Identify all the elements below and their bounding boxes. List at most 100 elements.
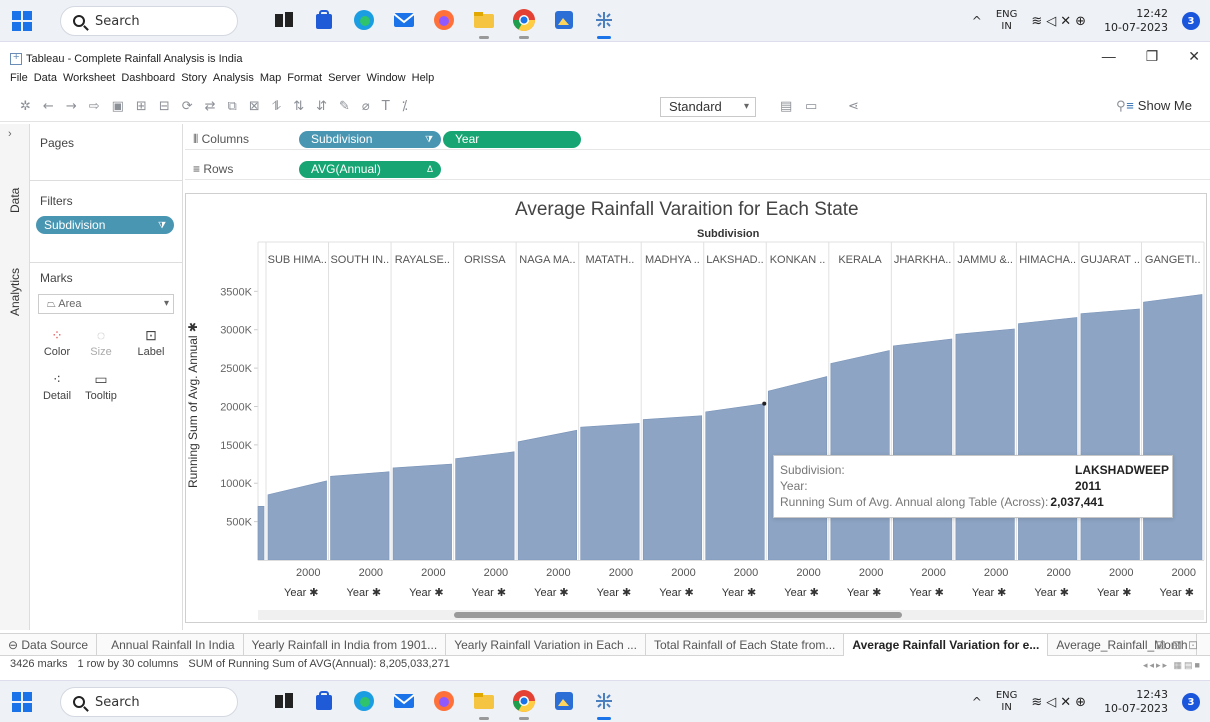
marks-size-button[interactable]: ◌ Size <box>82 326 120 358</box>
tooltip-toggle-icon[interactable]: ▭ <box>805 99 817 114</box>
x-axis-label: Year ✱ <box>847 587 882 599</box>
scrollbar-thumb[interactable] <box>454 612 902 618</box>
clear-icon[interactable]: ⊠ <box>249 99 260 114</box>
region-code: IN <box>1001 21 1012 32</box>
language-indicator[interactable]: ENG IN <box>996 9 1018 33</box>
marks-color-button[interactable]: ⁘ Color <box>38 326 76 358</box>
edge-icon[interactable] <box>350 6 378 34</box>
file-explorer-icon[interactable] <box>470 687 498 720</box>
mail-icon[interactable] <box>390 687 418 715</box>
windows-start-icon[interactable] <box>12 11 32 31</box>
subdivision-header: JAMMU &.. <box>957 254 1013 266</box>
swap-axes-icon[interactable]: ⥮ <box>272 99 281 114</box>
menu-window[interactable]: Window <box>367 72 406 88</box>
undo-icon[interactable]: ← <box>43 99 54 114</box>
horizontal-scrollbar[interactable] <box>258 610 1204 620</box>
mark-type-dropdown[interactable]: ⏢ Area <box>38 294 174 314</box>
close-icon[interactable]: ✕ <box>1188 48 1200 65</box>
network-volume-battery-icons[interactable]: ≋◁✕⊕ <box>1031 14 1090 29</box>
fit-dropdown[interactable]: Standard <box>660 97 756 117</box>
save-icon[interactable]: ▣ <box>112 99 124 114</box>
refresh-icon[interactable]: ⟳ <box>182 99 193 114</box>
menu-help[interactable]: Help <box>412 72 435 88</box>
new-data-source-icon[interactable]: ⊞ <box>136 99 147 114</box>
marks-tooltip-button[interactable]: ▭ Tooltip <box>82 370 120 402</box>
taskbar-search[interactable]: Search <box>60 6 238 36</box>
notification-badge[interactable]: 3 <box>1182 12 1200 30</box>
marks-detail-button[interactable]: ⁖ Detail <box>38 370 76 402</box>
photos-icon[interactable] <box>550 687 578 715</box>
swap-icon[interactable]: ⇄ <box>205 99 216 114</box>
minimize-icon[interactable]: — <box>1102 48 1116 65</box>
chevron-up-icon[interactable]: ^ <box>972 695 982 709</box>
filter-pill-subdivision[interactable]: Subdivision <box>36 216 174 234</box>
menu-story[interactable]: Story <box>181 72 207 88</box>
store-icon[interactable] <box>310 687 338 715</box>
fix-axes-icon[interactable]: ⁒ <box>402 99 408 114</box>
menu-dashboard[interactable]: Dashboard <box>121 72 175 88</box>
notification-badge[interactable]: 3 <box>1182 693 1200 711</box>
chrome-icon[interactable] <box>510 6 538 39</box>
tab-sheet[interactable]: Total Rainfall of Each State from... <box>646 634 845 656</box>
presentation-icon[interactable]: ▤ <box>780 99 792 114</box>
menu-map[interactable]: Map <box>260 72 281 88</box>
tab-sheet[interactable]: Yearly Rainfall in India from 1901... <box>244 634 447 656</box>
firefox-icon[interactable] <box>430 6 458 34</box>
network-volume-battery-icons[interactable]: ≋◁✕⊕ <box>1031 695 1090 710</box>
clock[interactable]: 12:43 10-07-2023 <box>1104 688 1168 716</box>
new-worksheet-icon[interactable]: ⊟ <box>159 99 170 114</box>
menu-file[interactable]: File <box>10 72 28 88</box>
detail-icon: ⁖ <box>52 371 62 387</box>
highlight-icon[interactable]: ✎ <box>339 99 350 114</box>
mail-icon[interactable] <box>390 6 418 34</box>
area-chart[interactable]: 3500K 3000K 2500K 2000K 1500K 1000K 500K SUB HI… <box>186 240 1206 610</box>
pin-icon[interactable]: ⚲ <box>1116 99 1126 114</box>
photos-icon[interactable] <box>550 6 578 34</box>
clock[interactable]: 12:42 10-07-2023 <box>1104 7 1168 35</box>
file-explorer-icon[interactable] <box>470 6 498 39</box>
chrome-icon[interactable] <box>510 687 538 720</box>
sort-desc-icon[interactable]: ⇵ <box>316 99 327 114</box>
tab-sheet-active[interactable]: Average Rainfall Variation for e... <box>844 634 1049 656</box>
share-icon[interactable]: ⋖ <box>848 99 859 114</box>
menu-analysis[interactable]: Analysis <box>213 72 254 88</box>
replay-icon[interactable]: ⇨ <box>89 99 100 114</box>
language-indicator[interactable]: ENG IN <box>996 690 1018 714</box>
tab-data-source[interactable]: ⊖ Data Source <box>0 634 98 656</box>
marks-label-button[interactable]: ⊡ Label <box>132 326 170 358</box>
menu-server[interactable]: Server <box>328 72 360 88</box>
tableau-icon[interactable] <box>590 6 618 39</box>
tab-sheet[interactable]: Annual Rainfall In India <box>97 634 244 656</box>
columns-pill-year[interactable]: Year <box>443 131 581 148</box>
redo-icon[interactable]: → <box>66 99 77 114</box>
columns-pill-subdivision[interactable]: Subdivision ⧩ <box>299 131 441 148</box>
tab-analytics[interactable]: Analytics <box>0 262 30 322</box>
rows-shelf[interactable]: ≡ Rows AVG(Annual) Δ <box>185 158 1210 180</box>
duplicate-icon[interactable]: ⧉ <box>228 99 237 114</box>
menu-worksheet[interactable]: Worksheet <box>63 72 115 88</box>
firefox-icon[interactable] <box>430 687 458 715</box>
group-icon[interactable]: ⌀ <box>362 99 370 114</box>
edge-icon[interactable] <box>350 687 378 715</box>
maximize-icon[interactable]: ❐ <box>1146 48 1159 65</box>
task-view-icon[interactable] <box>270 687 298 715</box>
tab-data[interactable]: Data <box>0 180 30 220</box>
taskbar-search[interactable]: Search <box>60 687 238 717</box>
expand-chevron-icon[interactable]: › <box>8 128 12 140</box>
rows-pill-avg-annual[interactable]: AVG(Annual) Δ <box>299 161 441 178</box>
menu-data[interactable]: Data <box>34 72 57 88</box>
tableau-icon[interactable] <box>590 687 618 720</box>
windows-start-icon[interactable] <box>12 692 32 712</box>
show-me-button[interactable]: ≡ Show Me <box>1126 98 1192 113</box>
sort-asc-icon[interactable]: ⇅ <box>293 99 304 114</box>
label-toggle-icon[interactable]: T <box>382 99 390 114</box>
tooltip-subdivision-value: LAKSHADWEEP <box>1075 463 1170 477</box>
columns-shelf[interactable]: ⦀ Columns Subdivision ⧩ Year <box>185 128 1210 150</box>
new-sheet-icons[interactable]: ⊞⊟⊡ <box>1156 634 1204 656</box>
task-view-icon[interactable] <box>270 6 298 34</box>
status-nav-icons[interactable]: ◂◂▸▸ ▦▤■ <box>1143 660 1202 671</box>
chevron-up-icon[interactable]: ^ <box>972 14 982 28</box>
store-icon[interactable] <box>310 6 338 34</box>
menu-format[interactable]: Format <box>287 72 322 88</box>
tab-sheet[interactable]: Yearly Rainfall Variation in Each ... <box>446 634 646 656</box>
